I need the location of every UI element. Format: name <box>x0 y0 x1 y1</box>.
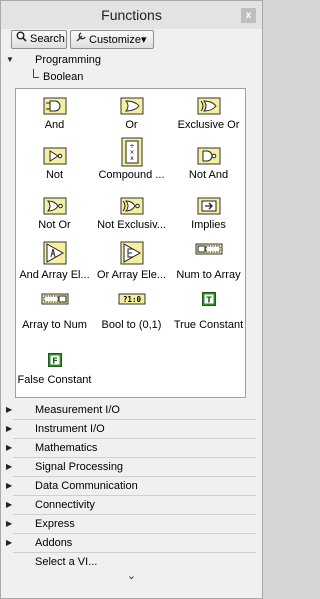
false-constant-icon: F <box>47 353 62 367</box>
boolean-palette: And Or Exclusive Or Not + × ∧ Compound .… <box>15 88 246 398</box>
bool-to-01-icon: ?1:0 <box>118 293 145 305</box>
category-label: Express <box>35 518 75 530</box>
palette-item-or[interactable]: Or <box>93 89 170 139</box>
bool-to-01-glyph: ?1:0 <box>122 295 141 304</box>
category-express[interactable]: ▶ Express <box>1 515 262 533</box>
palette-item-not[interactable]: Not <box>16 139 93 189</box>
search-button[interactable]: Search <box>11 30 67 49</box>
palette-item-label: Or <box>125 119 138 131</box>
palette-item-label: Not <box>45 169 64 181</box>
close-button[interactable]: x <box>241 8 256 23</box>
tree-branch-icon <box>33 69 39 78</box>
compound-arithmetic-icon: + × ∧ <box>121 137 142 167</box>
category-label: Data Communication <box>35 480 138 492</box>
palette-item-array-to-num[interactable]: Array to Num <box>16 289 93 339</box>
and-icon <box>43 97 66 115</box>
not-and-icon <box>197 147 220 165</box>
expanded-arrow-icon[interactable]: ▼ <box>6 51 14 69</box>
category-connectivity[interactable]: ▶ Connectivity <box>1 496 262 514</box>
or-icon <box>120 97 143 115</box>
palette-item-label: Compound ... <box>98 169 165 181</box>
customize-wrench-icon <box>75 31 89 49</box>
false-constant-letter: F <box>52 357 57 366</box>
category-measurement-io[interactable]: ▶ Measurement I/O <box>1 401 262 419</box>
num-to-array-icon <box>195 243 222 255</box>
collapsed-arrow-icon[interactable]: ▶ <box>6 439 12 457</box>
category-label: Mathematics <box>35 442 98 454</box>
palette-item-label: Or Array Ele... <box>96 269 167 281</box>
and-array-elements-icon <box>43 241 66 265</box>
palette-item-label: False Constant <box>17 374 92 386</box>
palette-item-label: And <box>44 119 65 131</box>
category-label: Measurement I/O <box>35 404 120 416</box>
subcategory-label: Boolean <box>43 71 84 83</box>
palette-item-exclusive-or[interactable]: Exclusive Or <box>170 89 247 139</box>
collapsed-arrow-icon[interactable]: ▶ <box>6 420 12 438</box>
category-label: Signal Processing <box>35 461 124 473</box>
show-more-chevron-icon[interactable]: ⌄ <box>1 569 262 582</box>
window-title: Functions <box>101 7 162 23</box>
palette-item-or-array-elements[interactable]: Or Array Ele... <box>93 239 170 289</box>
collapsed-arrow-icon[interactable]: ▶ <box>6 477 12 495</box>
toolbar: Search Customize▾ <box>1 30 262 50</box>
category-addons[interactable]: ▶ Addons <box>1 534 262 552</box>
not-icon <box>43 147 66 165</box>
palette-item-not-exclusive-or[interactable]: Not Exclusiv... <box>93 189 170 239</box>
true-constant-icon: T <box>201 292 216 306</box>
customize-button[interactable]: Customize▾ <box>70 30 154 49</box>
collapsed-arrow-icon[interactable]: ▶ <box>6 458 12 476</box>
functions-palette-window: Functions x Search Customize▾ ▼ Programm… <box>0 0 263 599</box>
true-constant-letter: T <box>206 296 212 305</box>
palette-item-label: True Constant <box>173 319 244 331</box>
search-button-label: Search <box>30 33 65 45</box>
category-label: Addons <box>35 537 73 549</box>
svg-text:∧: ∧ <box>129 155 133 162</box>
collapsed-arrow-icon[interactable]: ▶ <box>6 401 12 419</box>
category-data-communication[interactable]: ▶ Data Communication <box>1 477 262 495</box>
exclusive-or-icon <box>197 97 220 115</box>
not-or-icon <box>43 197 66 215</box>
palette-item-num-to-array[interactable]: Num to Array <box>170 239 247 289</box>
category-label: Connectivity <box>35 499 95 511</box>
collapsed-arrow-icon[interactable]: ▶ <box>6 534 12 552</box>
palette-item-label: Array to Num <box>22 319 87 331</box>
category-label: Programming <box>35 54 102 66</box>
customize-button-label: Customize <box>89 34 141 46</box>
palette-item-true-constant[interactable]: T True Constant <box>170 289 247 339</box>
palette-item-false-constant[interactable]: F False Constant <box>16 339 93 389</box>
palette-item-compound-arithmetic[interactable]: + × ∧ Compound ... <box>93 137 170 189</box>
subcategory-boolean[interactable]: Boolean <box>1 68 262 86</box>
search-icon <box>16 31 30 48</box>
title-bar[interactable]: Functions x <box>1 1 262 29</box>
palette-item-label: Exclusive Or <box>177 119 240 131</box>
palette-item-label: Not Exclusiv... <box>97 219 166 231</box>
palette-item-and[interactable]: And <box>16 89 93 139</box>
collapsed-arrow-icon[interactable]: ▶ <box>6 496 12 514</box>
palette-item-label: Num to Array <box>176 269 241 281</box>
palette-item-and-array-elements[interactable]: And Array El... <box>16 239 93 289</box>
palette-item-label: Not Or <box>38 219 71 231</box>
chevron-down-icon: ▾ <box>140 34 147 46</box>
category-mathematics[interactable]: ▶ Mathematics <box>1 439 262 457</box>
not-exclusive-or-icon <box>120 197 143 215</box>
or-array-elements-icon <box>120 241 143 265</box>
collapsed-arrow-icon[interactable]: ▶ <box>6 515 12 533</box>
category-label: Instrument I/O <box>35 423 105 435</box>
palette-item-label: Not And <box>188 169 229 181</box>
palette-item-label: Bool to (0,1) <box>101 319 162 331</box>
palette-item-implies[interactable]: Implies <box>170 189 247 239</box>
palette-item-label: And Array El... <box>19 269 90 281</box>
palette-item-not-or[interactable]: Not Or <box>16 189 93 239</box>
palette-item-bool-to-01[interactable]: ?1:0 Bool to (0,1) <box>93 289 170 339</box>
category-signal-processing[interactable]: ▶ Signal Processing <box>1 458 262 476</box>
implies-icon <box>197 197 220 215</box>
category-programming[interactable]: ▼ Programming <box>1 51 262 69</box>
array-to-num-icon <box>41 293 68 305</box>
palette-item-not-and[interactable]: Not And <box>170 139 247 189</box>
category-instrument-io[interactable]: ▶ Instrument I/O <box>1 420 262 438</box>
palette-item-label: Implies <box>191 219 226 231</box>
